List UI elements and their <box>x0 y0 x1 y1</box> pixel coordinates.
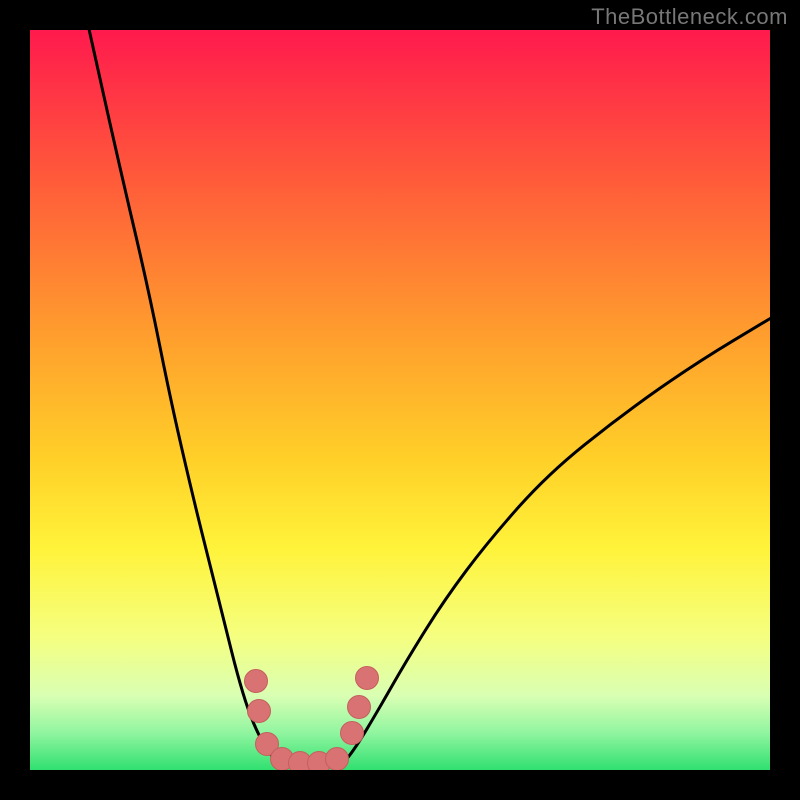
marker-dot <box>355 666 379 690</box>
chart-stage: TheBottleneck.com <box>0 0 800 800</box>
marker-dot <box>347 695 371 719</box>
right-curve <box>341 319 770 767</box>
marker-dot <box>325 747 349 770</box>
curves-layer <box>30 30 770 770</box>
left-curve <box>89 30 281 766</box>
marker-dot <box>247 699 271 723</box>
watermark-text: TheBottleneck.com <box>591 4 788 30</box>
marker-dot <box>244 669 268 693</box>
marker-dot <box>340 721 364 745</box>
plot-area <box>30 30 770 770</box>
